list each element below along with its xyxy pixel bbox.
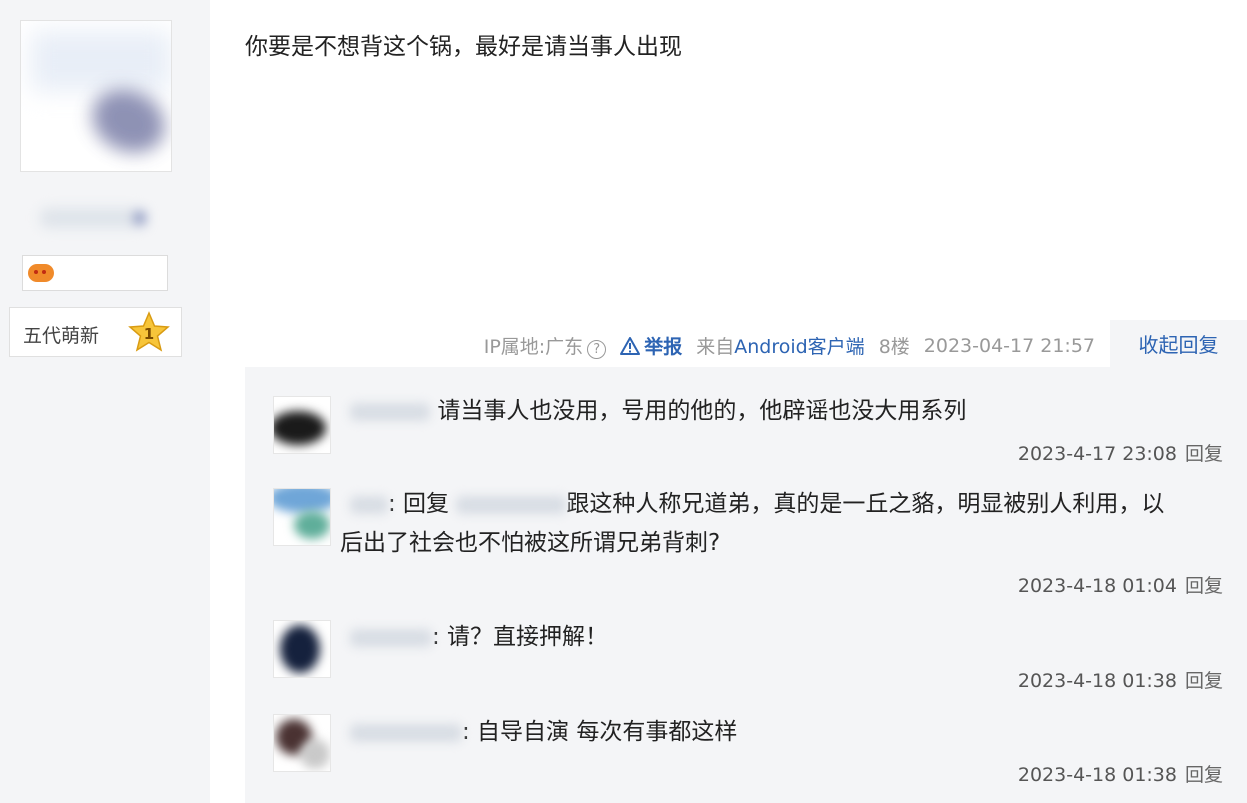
reply-button[interactable]: 回复 (1185, 670, 1223, 692)
post-tail: IP属地:广东? 举报 来自Android客户端 8楼 2023-04-17 2… (440, 320, 1247, 367)
gamepad-icon (28, 264, 54, 282)
reply-button[interactable]: 回复 (1185, 764, 1223, 786)
user-avatar[interactable] (20, 20, 172, 172)
user-badge[interactable] (22, 255, 168, 291)
floor-number: 8楼 (878, 336, 910, 358)
report-button[interactable]: 举报 (620, 332, 682, 359)
level-title: 五代萌新 (23, 325, 100, 347)
reply-username-blurred[interactable] (350, 495, 388, 514)
user-sidebar: 五代萌新 1 (0, 0, 210, 803)
client-link[interactable]: Android客户端 (734, 336, 864, 358)
reply-line: : 请？直接押解！ (350, 618, 1220, 657)
reply-line: : 回复 跟这种人称兄道弟，真的是一丘之貉，明显被别人利用，以 后出了社会也不怕… (340, 485, 1220, 563)
reply-list: 请当事人也没用，号用的他的，他辟谣也没大用系列 2023-4-17 23:08 回… (245, 367, 1247, 803)
help-icon[interactable]: ? (587, 340, 607, 359)
reply-meta: 2023-4-17 23:08 回复 (1018, 439, 1223, 466)
reply-line: 请当事人也没用，号用的他的，他辟谣也没大用系列 (350, 392, 1220, 431)
user-level-badge[interactable]: 五代萌新 1 (9, 307, 182, 357)
reply-text: 跟这种人称兄道弟，真的是一丘之貉，明显被别人利用，以 (566, 491, 1165, 517)
reply-line: : 自导自演 每次有事都这样 (350, 713, 1220, 752)
ip-location: IP属地:广东? (484, 332, 607, 359)
reply-time: 2023-4-18 01:04 (1017, 575, 1177, 597)
reply-avatar[interactable] (273, 714, 331, 772)
reply-text-cont: 后出了社会也不怕被这所谓兄弟背刺? (340, 530, 721, 556)
reply-avatar[interactable] (273, 396, 331, 454)
reply-button[interactable]: 回复 (1185, 443, 1223, 465)
reply-avatar[interactable] (273, 620, 331, 678)
reply-username-blurred[interactable] (350, 628, 432, 647)
reply-meta: 2023-4-18 01:04 回复 (1018, 571, 1223, 598)
level-number: 1 (144, 325, 154, 343)
reply-username-blurred[interactable] (350, 723, 462, 742)
reply-meta: 2023-4-18 01:38 回复 (1018, 760, 1223, 787)
reply-meta: 2023-4-18 01:38 回复 (1018, 666, 1223, 693)
reply-prefix: : 回复 (388, 491, 450, 517)
reply-time: 2023-4-18 01:38 (1017, 764, 1177, 786)
source-client: 来自Android客户端 (696, 336, 865, 358)
level-star-icon: 1 (128, 311, 170, 352)
reply-target-blurred[interactable] (456, 495, 567, 514)
reply-text: : 自导自演 每次有事都这样 (462, 719, 738, 745)
reply-time: 2023-4-17 23:08 (1017, 443, 1177, 465)
warning-icon (620, 336, 641, 355)
reply-text: 请当事人也没用，号用的他的，他辟谣也没大用系列 (437, 398, 967, 424)
reply-username-blurred[interactable] (350, 402, 430, 421)
reply-button[interactable]: 回复 (1185, 575, 1223, 597)
reply-time: 2023-4-18 01:38 (1017, 670, 1177, 692)
reply-text: : 请？直接押解！ (432, 624, 609, 650)
collapse-replies-button[interactable]: 收起回复 (1110, 320, 1247, 367)
reply-avatar[interactable] (273, 488, 331, 546)
username-blurred[interactable] (40, 208, 145, 228)
post-datetime: 2023-04-17 21:57 (923, 334, 1095, 357)
report-label: 举报 (644, 336, 683, 358)
post-content: 你要是不想背这个锅，最好是请当事人出现 (245, 34, 682, 60)
